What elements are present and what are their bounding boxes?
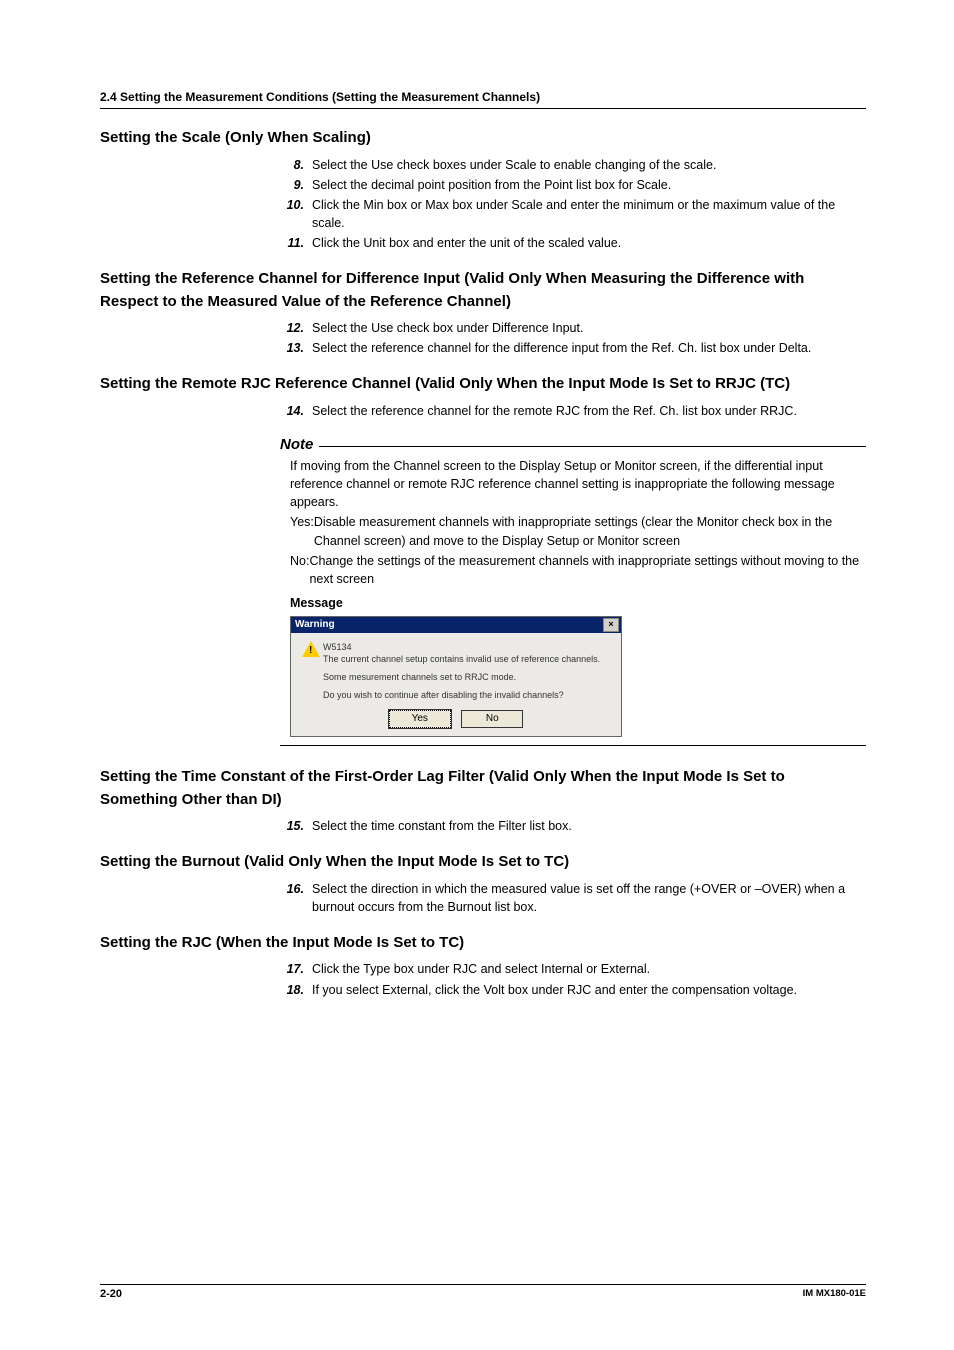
- step-text: Select the direction in which the measur…: [312, 880, 866, 916]
- heading-rrjc: Setting the Remote RJC Reference Channel…: [100, 373, 866, 396]
- step-num: 9.: [280, 176, 312, 194]
- step-text: Select the Use check boxes under Scale t…: [312, 156, 866, 174]
- step-num: 13.: [280, 339, 312, 357]
- steps-burnout: 16.Select the direction in which the mea…: [100, 880, 866, 916]
- step-text: Click the Unit box and enter the unit of…: [312, 234, 866, 252]
- step-num: 12.: [280, 319, 312, 337]
- step-text: Click the Type box under RJC and select …: [312, 960, 866, 978]
- dialog-line3: Do you wish to continue after disabling …: [323, 689, 613, 701]
- note-body: If moving from the Channel screen to the…: [280, 457, 866, 737]
- step-num: 11.: [280, 234, 312, 252]
- warning-icon: [299, 641, 323, 702]
- footer: 2-20 IM MX180-01E: [100, 1284, 866, 1300]
- step-num: 16.: [280, 880, 312, 898]
- steps-filter: 15.Select the time constant from the Fil…: [100, 817, 866, 835]
- note-yes-text: Disable measurement channels with inappr…: [314, 513, 866, 549]
- step: 17.Click the Type box under RJC and sele…: [280, 960, 866, 978]
- heading-scale: Setting the Scale (Only When Scaling): [100, 127, 866, 150]
- note-label: Note: [280, 436, 313, 453]
- section-header: 2.4 Setting the Measurement Conditions (…: [100, 90, 866, 109]
- step-text: Select the time constant from the Filter…: [312, 817, 866, 835]
- steps-scale: 8.Select the Use check boxes under Scale…: [100, 156, 866, 253]
- step: 9.Select the decimal point position from…: [280, 176, 866, 194]
- note-rule: [319, 446, 866, 447]
- dialog-body: W5134 The current channel setup contains…: [291, 633, 621, 706]
- page-number: 2-20: [100, 1288, 122, 1300]
- note-no-key: No:: [290, 552, 309, 570]
- close-icon[interactable]: ×: [603, 618, 619, 632]
- step: 18.If you select External, click the Vol…: [280, 981, 866, 999]
- step: 12.Select the Use check box under Differ…: [280, 319, 866, 337]
- note-block: Note If moving from the Channel screen t…: [100, 436, 866, 746]
- step: 16.Select the direction in which the mea…: [280, 880, 866, 916]
- note-intro: If moving from the Channel screen to the…: [290, 457, 866, 511]
- step-num: 10.: [280, 196, 312, 214]
- heading-burnout: Setting the Burnout (Valid Only When the…: [100, 851, 866, 874]
- step: 8.Select the Use check boxes under Scale…: [280, 156, 866, 174]
- step-text: If you select External, click the Volt b…: [312, 981, 866, 999]
- step-num: 15.: [280, 817, 312, 835]
- yes-button[interactable]: Yes: [389, 710, 451, 729]
- no-button[interactable]: No: [461, 710, 523, 729]
- dialog-line1: The current channel setup contains inval…: [323, 653, 613, 665]
- step: 10.Click the Min box or Max box under Sc…: [280, 196, 866, 232]
- dialog-titlebar: Warning ×: [291, 617, 621, 633]
- heading-filter: Setting the Time Constant of the First-O…: [100, 766, 866, 811]
- steps-diff-input: 12.Select the Use check box under Differ…: [100, 319, 866, 357]
- heading-rjc: Setting the RJC (When the Input Mode Is …: [100, 932, 866, 955]
- step-text: Select the reference channel for the rem…: [312, 402, 866, 420]
- dialog-text: W5134 The current channel setup contains…: [323, 641, 613, 702]
- step-num: 17.: [280, 960, 312, 978]
- step: 14.Select the reference channel for the …: [280, 402, 866, 420]
- dialog-code: W5134: [323, 641, 613, 653]
- note-end-rule: [280, 745, 866, 746]
- warning-dialog: Warning × W5134 The current channel setu…: [290, 616, 622, 737]
- step: 11.Click the Unit box and enter the unit…: [280, 234, 866, 252]
- note-yes: Yes: Disable measurement channels with i…: [290, 513, 866, 549]
- page: 2.4 Setting the Measurement Conditions (…: [0, 0, 954, 1350]
- dialog-title: Warning: [295, 618, 603, 633]
- step-text: Select the decimal point position from t…: [312, 176, 866, 194]
- dialog-line2: Some mesurement channels set to RRJC mod…: [323, 671, 613, 683]
- step-num: 18.: [280, 981, 312, 999]
- step-num: 8.: [280, 156, 312, 174]
- note-yes-key: Yes:: [290, 513, 314, 531]
- step-text: Select the reference channel for the dif…: [312, 339, 866, 357]
- message-label: Message: [290, 594, 866, 612]
- imprint: IM MX180-01E: [803, 1288, 866, 1300]
- steps-rrjc: 14.Select the reference channel for the …: [100, 402, 866, 420]
- step: 13.Select the reference channel for the …: [280, 339, 866, 357]
- note-no-text: Change the settings of the measurement c…: [309, 552, 866, 588]
- step-num: 14.: [280, 402, 312, 420]
- step: 15.Select the time constant from the Fil…: [280, 817, 866, 835]
- steps-rjc: 17.Click the Type box under RJC and sele…: [100, 960, 866, 998]
- step-text: Select the Use check box under Differenc…: [312, 319, 866, 337]
- dialog-buttons: Yes No: [291, 706, 621, 737]
- step-text: Click the Min box or Max box under Scale…: [312, 196, 866, 232]
- heading-diff-input: Setting the Reference Channel for Differ…: [100, 268, 866, 313]
- note-no: No: Change the settings of the measureme…: [290, 552, 866, 588]
- note-heading: Note: [280, 436, 866, 453]
